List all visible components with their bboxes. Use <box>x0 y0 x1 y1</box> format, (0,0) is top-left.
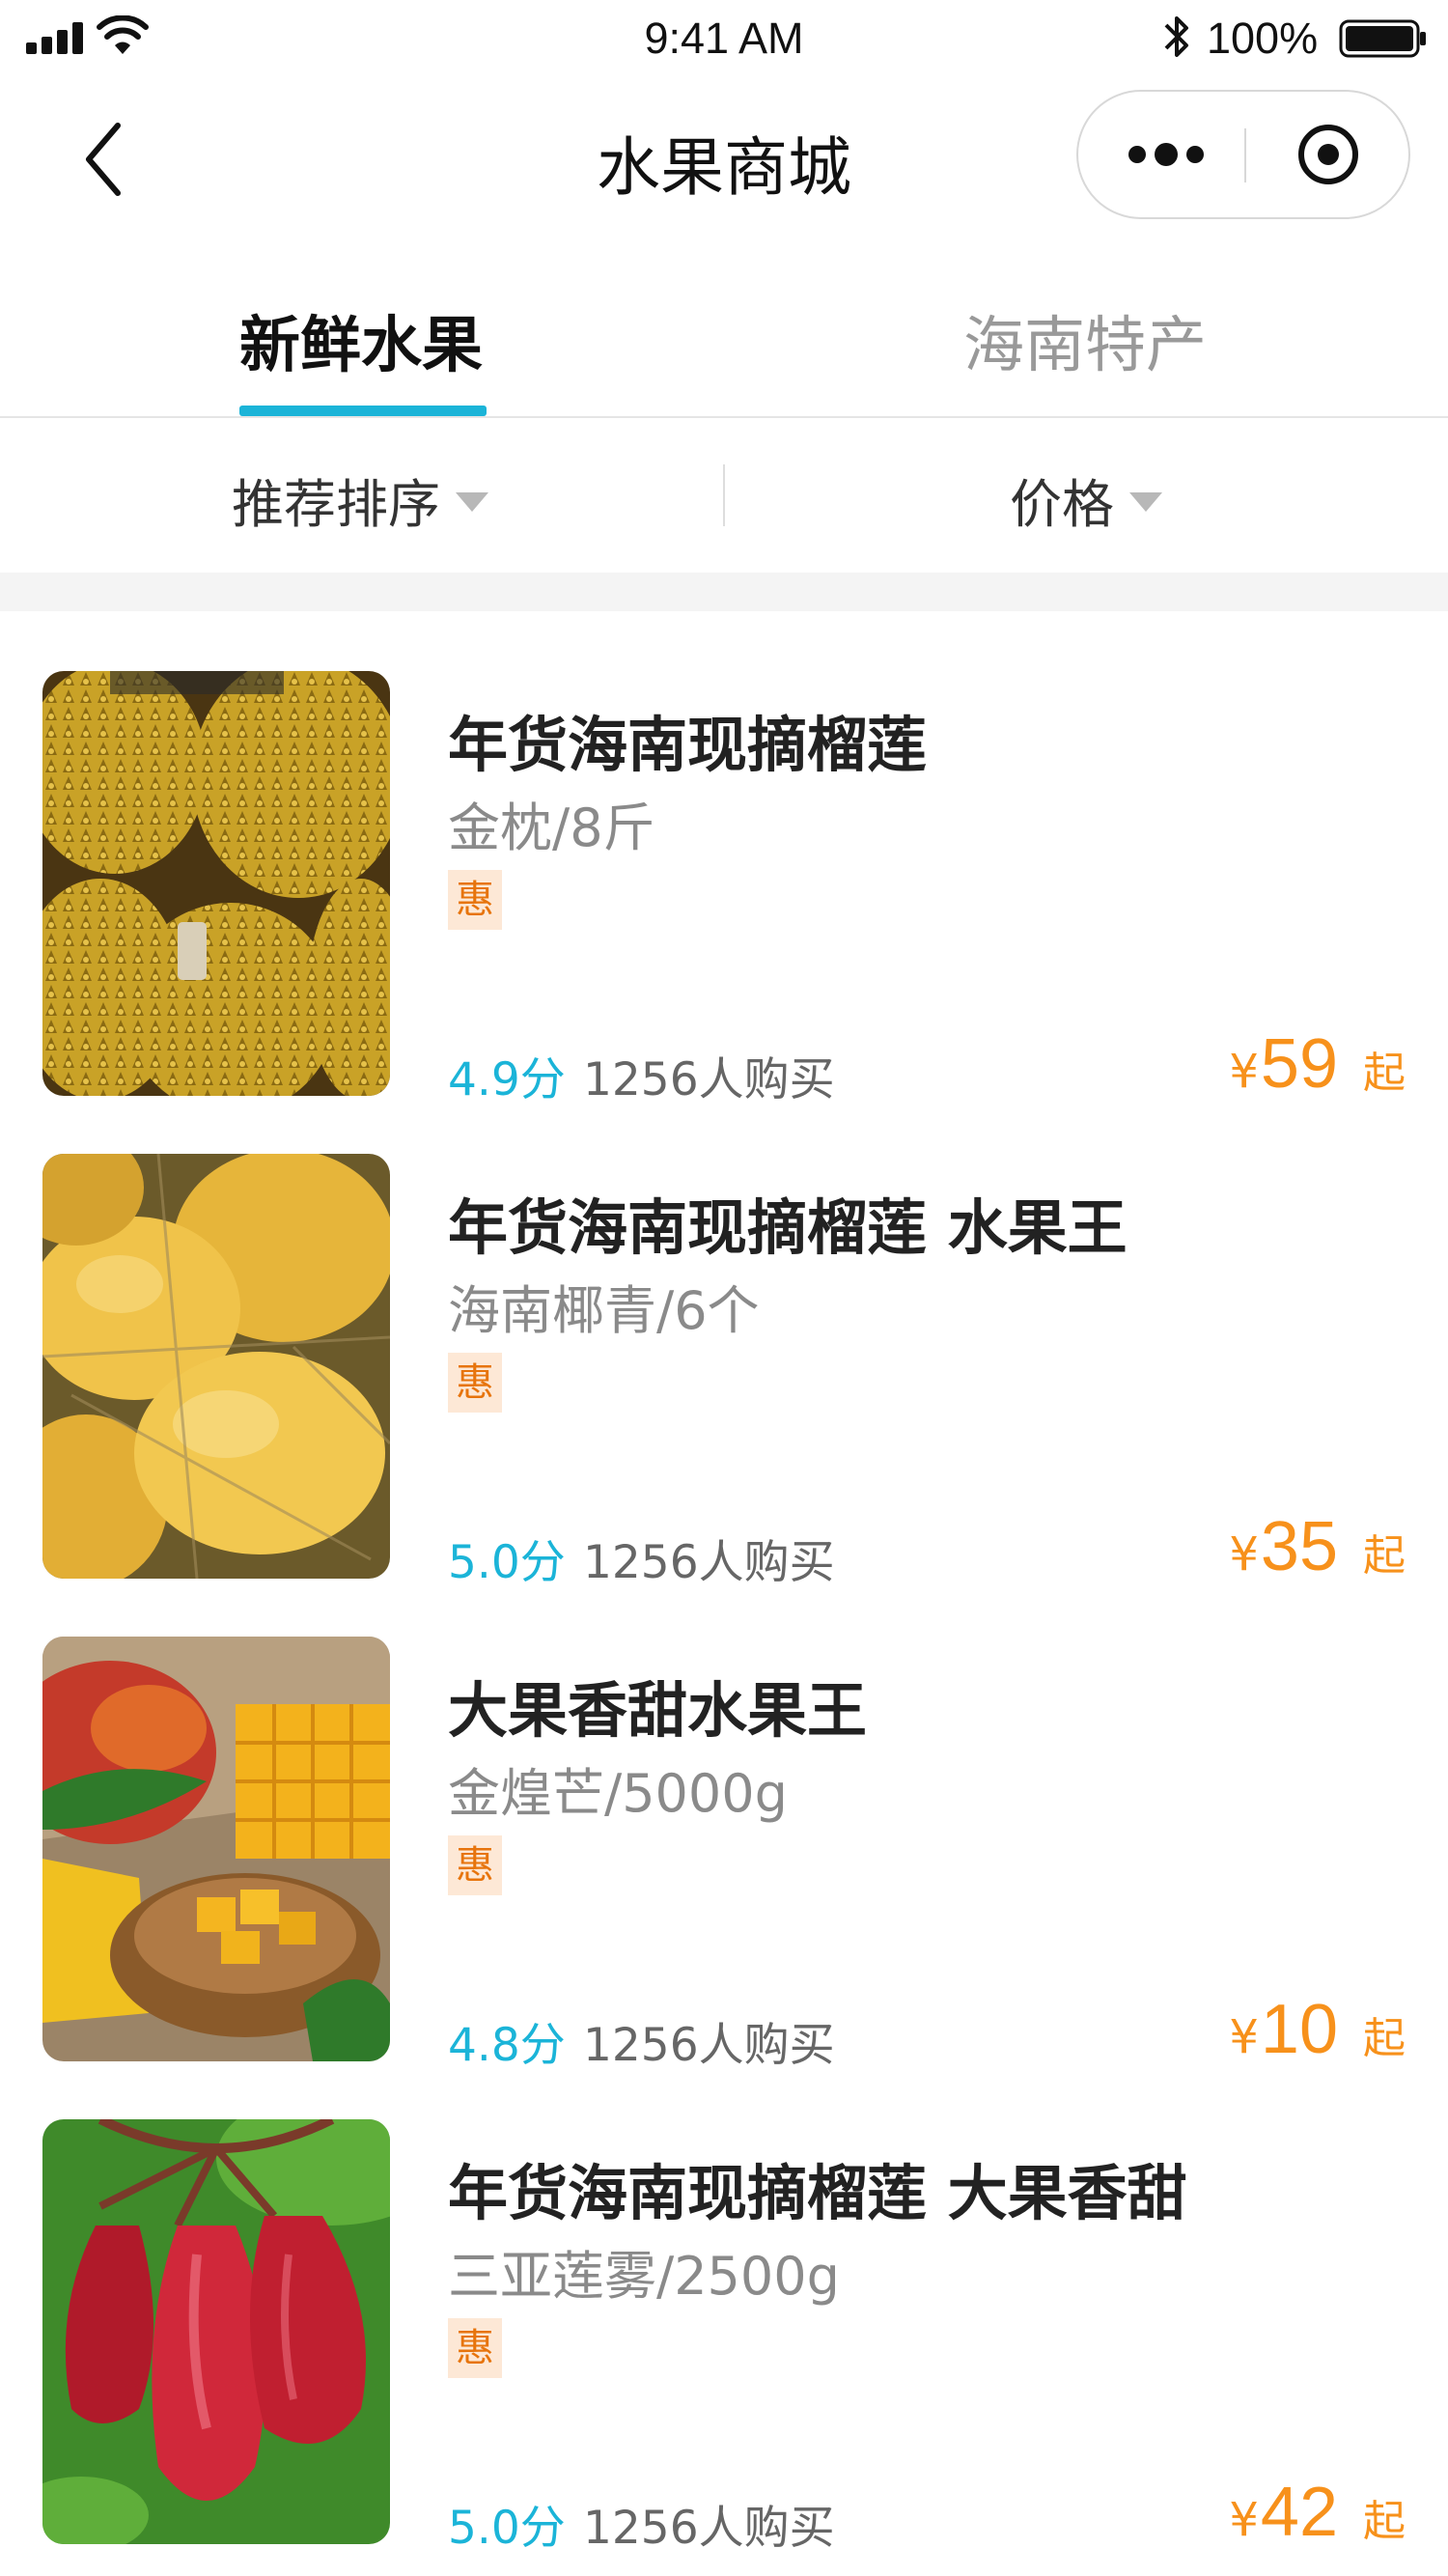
currency-symbol: ¥ <box>1229 1045 1259 1099</box>
caret-down-icon <box>1129 491 1162 512</box>
navigation-bar: 水果商城 <box>0 82 1448 229</box>
more-dots-icon[interactable] <box>1078 92 1244 217</box>
product-card[interactable]: 年货海南现摘榴莲 水果王 海南椰青/6个 惠 5.0分 1256人购买 ¥ 35… <box>0 1094 1448 1589</box>
product-title[interactable]: 年货海南现摘榴莲 水果王 <box>448 1179 1128 1266</box>
product-card[interactable]: 大果香甜水果王 金煌芒/5000g 惠 4.8分 1256人购买 ¥ 10 起 <box>0 1577 1448 2072</box>
price-suffix: 起 <box>1363 1531 1406 1581</box>
product-card[interactable]: 年货海南现摘榴莲 大果香甜 三亚莲雾/2500g 惠 5.0分 1256人购买 … <box>0 2059 1448 2555</box>
price-value: 10 <box>1260 1991 1338 2068</box>
product-image-durian[interactable] <box>42 671 390 1096</box>
currency-symbol: ¥ <box>1229 2010 1259 2064</box>
product-image-coconut[interactable] <box>42 1154 390 1579</box>
product-subtitle: 金枕/8斤 <box>448 798 655 858</box>
target-circle-icon[interactable] <box>1246 92 1410 217</box>
discount-badge: 惠 <box>448 870 502 930</box>
sort-dropdown[interactable]: 推荐排序 <box>232 462 488 538</box>
product-rating: 5.0分 <box>448 2502 566 2555</box>
fruit-mall-page: 9:41 AM 100% 水果商城 新鲜水果 海南特产 推荐排序 价格 年货海南… <box>0 0 1448 2576</box>
product-title[interactable]: 年货海南现摘榴莲 <box>448 696 927 783</box>
product-subtitle: 三亚莲雾/2500g <box>448 2246 840 2307</box>
price-suffix: 起 <box>1363 2497 1406 2546</box>
filter-divider <box>723 464 725 526</box>
product-subtitle: 海南椰青/6个 <box>448 1280 760 1341</box>
product-price: ¥ 42 起 <box>1229 2473 1406 2552</box>
product-title[interactable]: 大果香甜水果王 <box>448 1662 867 1749</box>
product-card[interactable]: 年货海南现摘榴莲 金枕/8斤 惠 4.9分 1256人购买 ¥ 59 起 <box>0 611 1448 1106</box>
price-suffix: 起 <box>1363 2014 1406 2063</box>
product-subtitle: 金煌芒/5000g <box>448 1763 788 1824</box>
sort-label: 推荐排序 <box>232 474 440 535</box>
price-filter-label: 价格 <box>1010 474 1114 535</box>
section-gap <box>0 573 1448 611</box>
tab-hainan-specialty[interactable]: 海南特产 <box>844 296 1326 384</box>
price-dropdown[interactable]: 价格 <box>1010 462 1162 538</box>
price-value: 35 <box>1260 1508 1338 1585</box>
price-value: 59 <box>1260 1025 1338 1103</box>
category-tabs: 新鲜水果 海南特产 <box>0 261 1448 418</box>
product-price: ¥ 10 起 <box>1229 1990 1406 2069</box>
product-title[interactable]: 年货海南现摘榴莲 大果香甜 <box>448 2144 1187 2231</box>
price-value: 42 <box>1260 2474 1338 2551</box>
bluetooth-icon <box>1164 16 1188 57</box>
discount-badge: 惠 <box>448 1353 502 1413</box>
mini-program-capsule <box>1076 90 1410 219</box>
battery-percent: 100% <box>1207 14 1319 63</box>
tab-fresh-fruit[interactable]: 新鲜水果 <box>120 296 602 384</box>
filter-bar: 推荐排序 价格 <box>0 418 1448 573</box>
battery-icon <box>1339 19 1426 58</box>
product-image-mango[interactable] <box>42 1637 390 2061</box>
product-price: ¥ 59 起 <box>1229 1024 1406 1104</box>
active-tab-indicator <box>239 406 487 416</box>
discount-badge: 惠 <box>448 2318 502 2378</box>
buyer-count: 1256人购买 <box>583 2502 835 2555</box>
caret-down-icon <box>456 491 488 512</box>
discount-badge: 惠 <box>448 1835 502 1895</box>
currency-symbol: ¥ <box>1229 2493 1259 2547</box>
currency-symbol: ¥ <box>1229 1527 1259 1582</box>
product-price: ¥ 35 起 <box>1229 1507 1406 1586</box>
product-image-wax-apple[interactable] <box>42 2119 390 2544</box>
status-bar: 9:41 AM 100% <box>0 0 1448 82</box>
price-suffix: 起 <box>1363 1049 1406 1098</box>
